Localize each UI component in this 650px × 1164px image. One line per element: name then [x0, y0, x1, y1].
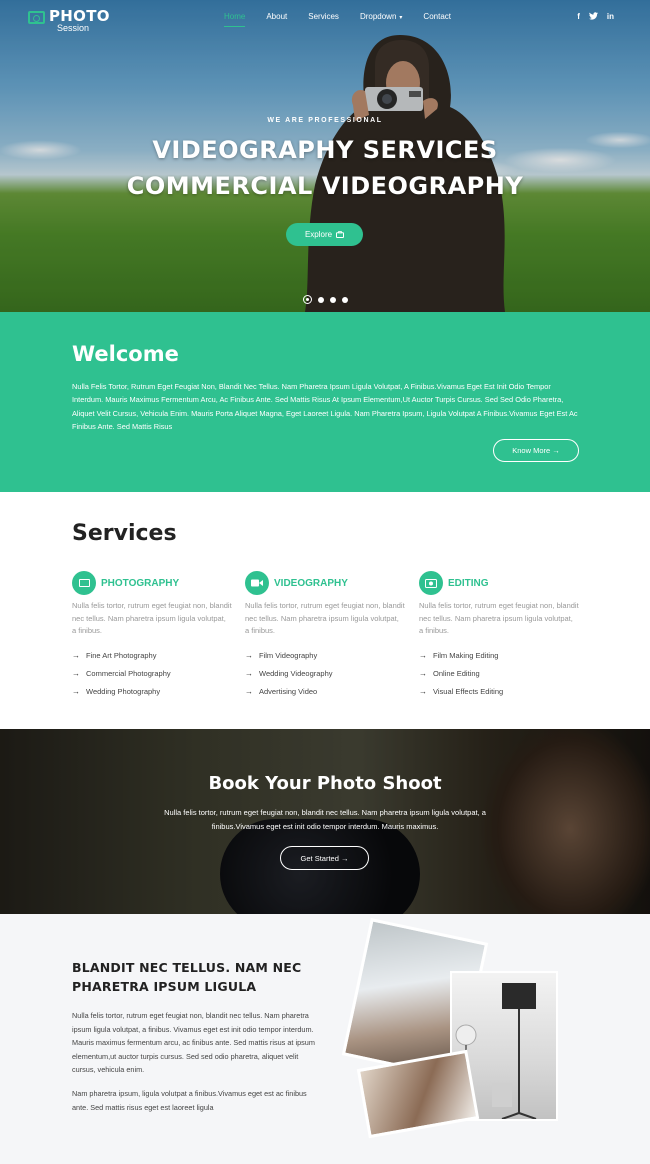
chevron-down-icon: ▾: [399, 15, 403, 21]
service-header: PHOTOGRAPHY: [72, 571, 237, 595]
service-list-item[interactable]: Wedding Videography: [245, 665, 410, 683]
service-header: EDITING: [419, 571, 584, 595]
service-list-item[interactable]: Wedding Photography: [72, 683, 237, 701]
slider-dot-4[interactable]: [342, 296, 348, 303]
services-title: Services: [72, 521, 177, 546]
navbar: PHOTO Session Home About Services Dropdo…: [0, 0, 650, 36]
slider-dots: [303, 295, 348, 304]
service-list-item[interactable]: Fine Art Photography: [72, 647, 237, 665]
camera-icon: [28, 11, 45, 24]
brand-name: PHOTO: [49, 7, 110, 25]
about-paragraph-1: Nulla felis tortor, rutrum eget feugiat …: [72, 1011, 315, 1074]
service-list-item[interactable]: Film Videography: [245, 647, 410, 665]
facebook-icon[interactable]: f: [577, 12, 580, 22]
book-title: Book Your Photo Shoot: [208, 773, 442, 794]
brand-tagline: Session: [57, 23, 90, 33]
video-camera-icon: [245, 571, 269, 595]
hero-title-line1: VIDEOGRAPHY SERVICES: [152, 136, 498, 164]
service-title[interactable]: VIDEOGRAPHY: [274, 578, 348, 589]
film-icon: [419, 571, 443, 595]
welcome-title: Welcome: [72, 342, 179, 366]
know-more-button[interactable]: Know More →: [493, 439, 579, 462]
service-title[interactable]: EDITING: [448, 578, 489, 589]
explore-button[interactable]: Explore: [286, 223, 363, 246]
book-section: Book Your Photo Shoot Nulla felis tortor…: [0, 729, 650, 914]
service-editing: EDITING Nulla felis tortor, rutrum eget …: [419, 571, 584, 701]
welcome-text: Nulla Felis Tortor, Rutrum Eget Feugiat …: [72, 382, 578, 432]
photo-icon: [72, 571, 96, 595]
nav-about[interactable]: About: [266, 12, 287, 27]
nav-contact[interactable]: Contact: [423, 12, 451, 27]
service-desc: Nulla felis tortor, rutrum eget feugiat …: [419, 601, 579, 636]
service-list-item[interactable]: Advertising Video: [245, 683, 410, 701]
service-photography: PHOTOGRAPHY Nulla felis tortor, rutrum e…: [72, 571, 237, 701]
service-videography: VIDEOGRAPHY Nulla felis tortor, rutrum e…: [245, 571, 410, 701]
about-title: BLANDIT NEC TELLUS. NAM NEC PHARETRA IPS…: [72, 960, 302, 994]
brand-text: PHOTO Session: [49, 9, 110, 33]
service-list: Film Making Editing Online Editing Visua…: [419, 647, 584, 701]
service-list: Film Videography Wedding Videography Adv…: [245, 647, 410, 701]
services-section: Services PHOTOGRAPHY Nulla felis tortor,…: [0, 492, 650, 729]
nav-home[interactable]: Home: [224, 12, 246, 27]
nav-dropdown-label: Dropdown: [359, 12, 397, 21]
linkedin-icon[interactable]: in: [607, 12, 614, 22]
nav-services[interactable]: Services: [308, 12, 339, 27]
book-text: Nulla felis tortor, rutrum eget feugiat …: [164, 808, 486, 831]
about-section: BLANDIT NEC TELLUS. NAM NEC PHARETRA IPS…: [0, 914, 650, 1164]
hero-section: PHOTO Session Home About Services Dropdo…: [0, 0, 650, 312]
service-list-item[interactable]: Film Making Editing: [419, 647, 584, 665]
service-title[interactable]: PHOTOGRAPHY: [101, 578, 179, 589]
explore-label: Explore: [304, 230, 333, 239]
brand-logo[interactable]: PHOTO Session: [28, 9, 110, 33]
slider-dot-2[interactable]: [318, 296, 324, 303]
social-links: f in: [577, 12, 614, 22]
service-desc: Nulla felis tortor, rutrum eget feugiat …: [245, 601, 405, 636]
briefcase-icon: [336, 231, 345, 238]
about-paragraph-2: Nam pharetra ipsum, ligula volutpat a fi…: [72, 1089, 307, 1112]
get-started-button[interactable]: Get Started →: [280, 846, 369, 870]
nav-dropdown[interactable]: Dropdown ▾: [360, 12, 402, 27]
service-header: VIDEOGRAPHY: [245, 571, 410, 595]
welcome-section: Welcome Nulla Felis Tortor, Rutrum Eget …: [0, 312, 650, 492]
hero-subtitle: WE ARE PROFESSIONAL: [267, 117, 383, 124]
service-desc: Nulla felis tortor, rutrum eget feugiat …: [72, 601, 232, 636]
service-list: Fine Art Photography Commercial Photogra…: [72, 647, 237, 701]
camera-shoot-photo: [356, 1049, 480, 1139]
service-list-item[interactable]: Visual Effects Editing: [419, 683, 584, 701]
service-list-item[interactable]: Online Editing: [419, 665, 584, 683]
service-list-item[interactable]: Commercial Photography: [72, 665, 237, 683]
main-menu: Home About Services Dropdown ▾ Contact: [224, 12, 472, 27]
twitter-icon[interactable]: [588, 12, 598, 22]
slider-dot-3[interactable]: [330, 296, 336, 303]
hero-title-line2: COMMERCIAL VIDEOGRAPHY: [126, 172, 524, 200]
slider-dot-1[interactable]: [303, 295, 312, 304]
